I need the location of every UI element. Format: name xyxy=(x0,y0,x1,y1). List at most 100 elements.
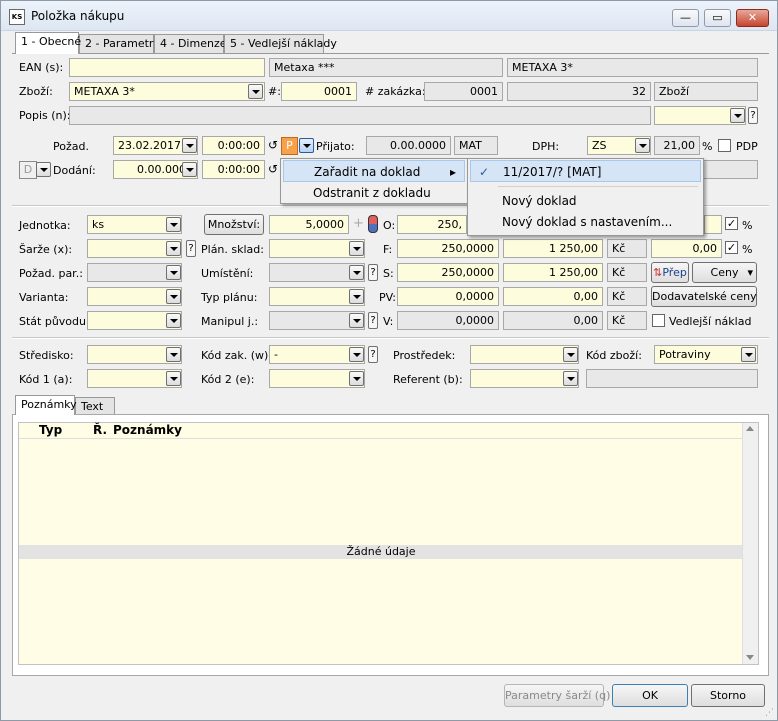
ceny-dropdown-icon[interactable]: ▾ xyxy=(747,263,753,282)
zbozi-dropdown[interactable] xyxy=(248,84,263,99)
prep-button[interactable]: ⇅Přep xyxy=(651,262,689,283)
storno-button[interactable]: Storno xyxy=(691,684,765,707)
d-badge-dropdown[interactable] xyxy=(36,162,51,177)
submenu-item-novy-nastaveni[interactable]: Nový doklad s nastavením... xyxy=(470,211,701,233)
ceny-button[interactable]: Ceny ▾ xyxy=(692,262,757,283)
swap-arrows-icon[interactable] xyxy=(368,215,378,233)
p-badge-dropdown[interactable] xyxy=(299,138,314,153)
typ-planu-dropdown[interactable] xyxy=(349,289,364,304)
ean-input[interactable] xyxy=(69,58,265,77)
col-poznamky-header[interactable]: Poznámky xyxy=(113,423,182,437)
submenu-item-novy[interactable]: Nový doklad xyxy=(470,190,701,212)
tab-parametry[interactable]: 2 - Parametry xyxy=(79,34,160,53)
tab-obecne[interactable]: 1 - Obecné xyxy=(15,32,81,54)
manipul-help-button[interactable]: ? xyxy=(368,312,378,329)
pv-value-2[interactable]: 0,00 xyxy=(503,287,603,306)
notes-grid[interactable]: Typ Ř. Poznámky Žádné údaje xyxy=(18,422,759,665)
o-percent-checkbox[interactable]: ✓ xyxy=(725,217,738,230)
pv-value-1[interactable]: 0,0000 xyxy=(397,287,499,306)
f-value-1[interactable]: 250,0000 xyxy=(397,239,499,258)
zbozi-number: 32 xyxy=(507,82,651,101)
prostredek-dropdown[interactable] xyxy=(563,347,578,362)
f-percent-checkbox[interactable]: ✓ xyxy=(725,241,738,254)
stredisko-dropdown[interactable] xyxy=(166,347,181,362)
p-badge[interactable]: P xyxy=(281,137,298,155)
jednotka-dropdown[interactable] xyxy=(166,217,181,232)
ok-button[interactable]: OK xyxy=(612,684,688,707)
prep-swap-icon: ⇅ xyxy=(653,266,663,279)
kod2-dropdown[interactable] xyxy=(349,371,364,386)
dodavatelske-ceny-button[interactable]: Dodavatelské ceny xyxy=(651,286,757,307)
col-typ-header[interactable]: Typ xyxy=(39,423,62,437)
plus-icon[interactable]: + xyxy=(353,216,364,231)
tab-vedlejsi-naklady[interactable]: 5 - Vedlejší náklady xyxy=(224,34,337,53)
mnozstvi-input[interactable]: 5,0000 xyxy=(269,215,349,234)
kod-zak-dropdown[interactable] xyxy=(349,347,364,362)
ceny-button-label: Ceny xyxy=(710,266,739,279)
col-r-header[interactable]: Ř. xyxy=(93,423,107,437)
umisteni-dropdown[interactable] xyxy=(349,265,364,280)
umisteni-help-button[interactable]: ? xyxy=(368,264,378,281)
popis-input[interactable] xyxy=(69,106,651,125)
scroll-down-icon[interactable] xyxy=(746,655,754,660)
dodani-time-input[interactable]: 0:00:00 xyxy=(202,160,265,179)
o-extra-field[interactable] xyxy=(704,215,722,234)
pozad-history-icon[interactable]: ↺ xyxy=(268,138,278,152)
submenu-item-novy-nastaveni-label: Nový doklad s nastavením... xyxy=(502,215,673,229)
kod1-dropdown[interactable] xyxy=(166,371,181,386)
referent-dropdown[interactable] xyxy=(563,371,578,386)
popis-help-button[interactable]: ? xyxy=(748,107,758,124)
parametry-sarzi-button[interactable]: Parametry šarží (q) xyxy=(504,684,610,707)
close-button[interactable]: ✕ xyxy=(736,9,769,27)
kod-zbozi-label: Kód zboží: xyxy=(586,349,642,362)
stat-label: Stát původu: xyxy=(19,315,90,328)
menu-item-zaradit[interactable]: Zařadit na doklad ▸ xyxy=(283,160,465,182)
tab-text[interactable]: Text xyxy=(75,397,115,415)
maximize-button[interactable]: ▭ xyxy=(704,9,731,27)
f-value-3[interactable]: 0,00 xyxy=(651,239,722,258)
grid-vertical-scrollbar[interactable] xyxy=(742,423,758,664)
sarze-dropdown[interactable] xyxy=(166,241,181,256)
title-bar[interactable]: KS Položka nákupu — ▭ ✕ xyxy=(1,1,777,31)
s-value-1[interactable]: 250,0000 xyxy=(397,263,499,282)
window-title: Položka nákupu xyxy=(31,9,125,23)
stat-dropdown[interactable] xyxy=(166,313,181,328)
typ-planu-label: Typ plánu: xyxy=(201,291,258,304)
pozad-date-dropdown[interactable] xyxy=(182,138,197,153)
manipul-dropdown[interactable] xyxy=(349,313,364,328)
zbozi-input[interactable]: METAXA 3* xyxy=(69,82,265,101)
resize-grip-icon[interactable]: ⋰ xyxy=(765,708,775,718)
dodani-history-icon[interactable]: ↺ xyxy=(268,162,278,176)
vedlejsi-naklad-label: Vedlejší náklad xyxy=(669,315,752,328)
kod-zak-help-button[interactable]: ? xyxy=(368,346,378,363)
dph-dropdown[interactable] xyxy=(635,138,650,153)
submenu-item-doklad[interactable]: ✓ 11/2017/? [MAT] xyxy=(470,160,701,182)
pozad-par-label: Požad. par.: xyxy=(19,267,83,280)
sarze-help-button[interactable]: ? xyxy=(186,240,196,257)
mnozstvi-button[interactable]: Množství: xyxy=(204,214,264,235)
o-value[interactable]: 250, xyxy=(397,215,467,234)
popis-dropdown[interactable] xyxy=(730,108,745,123)
s-value-2[interactable]: 1 250,00 xyxy=(503,263,603,282)
plan-sklad-dropdown[interactable] xyxy=(349,241,364,256)
menu-item-odstranit[interactable]: Odstranit z dokladu xyxy=(283,182,465,204)
minimize-button[interactable]: — xyxy=(672,9,699,27)
f-value-2[interactable]: 1 250,00 xyxy=(503,239,603,258)
tab-poznamky[interactable]: Poznámky xyxy=(15,395,77,415)
dodani-date-dropdown[interactable] xyxy=(182,162,197,177)
dph-rate: 21,00 xyxy=(654,136,700,155)
scroll-up-icon[interactable] xyxy=(746,426,754,431)
pozad-time-input[interactable]: 0:00:00 xyxy=(202,136,265,155)
kod-zbozi-dropdown[interactable] xyxy=(741,347,756,362)
pozad-par-dropdown[interactable] xyxy=(166,265,181,280)
d-badge[interactable]: D xyxy=(19,161,37,179)
o-label: O: xyxy=(383,219,396,232)
vedlejsi-naklad-checkbox[interactable] xyxy=(652,314,665,327)
hash-input[interactable]: 0001 xyxy=(281,82,357,101)
ean-description-2: METAXA 3* xyxy=(507,58,758,77)
tab-dimenze[interactable]: 4 - Dimenze xyxy=(154,34,226,53)
kod2-label: Kód 2 (e): xyxy=(201,373,255,386)
pdp-checkbox[interactable] xyxy=(718,139,731,152)
varianta-dropdown[interactable] xyxy=(166,289,181,304)
pv-label: PV: xyxy=(379,291,396,304)
